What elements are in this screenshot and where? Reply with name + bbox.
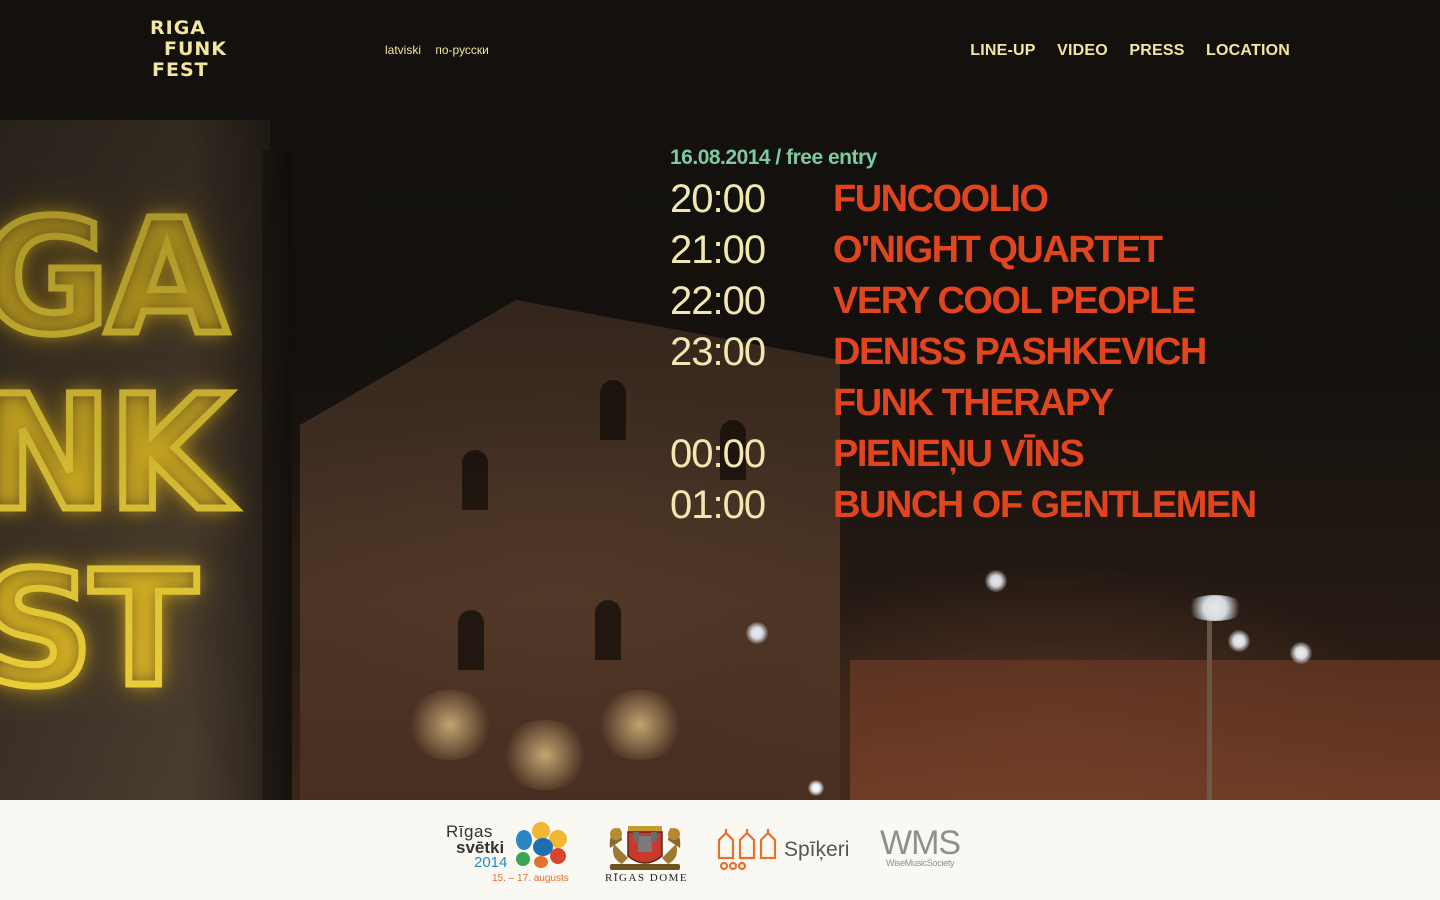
artist-name: DENISS PASHKEVICH — [833, 331, 1207, 373]
artist-name: FUNCOOLIO — [833, 178, 1049, 220]
lineup-row: 01:00 BUNCH OF GENTLEMEN — [670, 480, 1310, 531]
sponsor-text: RĪGAS DOME — [605, 872, 689, 884]
sponsor-wms-logo[interactable]: WMS WiseMusicSociety — [880, 800, 970, 900]
lineup-row: 22:00 VERY COOL PEOPLE — [670, 276, 1310, 327]
language-switcher: latviski по-русски — [385, 43, 500, 57]
sponsor-spikeri-logo[interactable]: Spīķeri — [716, 800, 852, 900]
logo-line: RIGA — [150, 17, 206, 39]
lineup-row: 21:00 O'NIGHT QUARTET — [670, 225, 1310, 276]
logo-blob-icon — [550, 848, 566, 864]
riga-funk-fest-logo[interactable]: RIGA FUNK FEST — [150, 17, 228, 84]
lineup-row: 23:00 DENISS PASHKEVICH — [670, 327, 1310, 378]
nav-link-video[interactable]: VIDEO — [1057, 42, 1108, 59]
main-nav: LINE-UP VIDEO PRESS LOCATION — [953, 42, 1290, 60]
performance-time: 21:00 — [670, 228, 766, 272]
artist-name: O'NIGHT QUARTET — [833, 229, 1163, 271]
sponsor-rigas-svetki-logo[interactable]: Rīgas svētki 2014 15. – 17. augusts — [444, 800, 572, 900]
lineup-schedule: 16.08.2014 / free entry 20:00 FUNCOOLIO … — [670, 146, 1310, 531]
artist-name: FUNK THERAPY — [833, 382, 1114, 424]
artist-name: BUNCH OF GENTLEMEN — [833, 484, 1257, 526]
language-link-latvian[interactable]: latviski — [385, 43, 421, 57]
performance-time: 00:00 — [670, 432, 766, 476]
nav-link-location[interactable]: LOCATION — [1206, 42, 1290, 59]
performance-time: 01:00 — [670, 483, 766, 527]
sponsor-text: 2014 — [474, 854, 508, 871]
logo-blob-icon — [516, 852, 530, 866]
artist-name: VERY COOL PEOPLE — [833, 280, 1196, 322]
nav-link-lineup[interactable]: LINE-UP — [970, 42, 1035, 59]
sponsor-text: 15. – 17. augusts — [492, 873, 569, 884]
nav-link-press[interactable]: PRESS — [1129, 42, 1184, 59]
logo-line: FUNK — [164, 38, 228, 60]
logo-line: FEST — [152, 59, 209, 81]
logo-blob-icon — [516, 830, 532, 850]
performance-time: 20:00 — [670, 177, 766, 221]
sponsor-footer: Rīgas svētki 2014 15. – 17. augusts RĪGA… — [0, 800, 1440, 900]
sponsor-rigas-dome-logo[interactable]: RĪGAS DOME — [600, 800, 690, 900]
warehouse-buildings-icon — [717, 829, 777, 871]
lineup-row: 20:00 FUNCOOLIO — [670, 174, 1310, 225]
performance-time: 22:00 — [670, 279, 766, 323]
language-link-russian[interactable]: по-русски — [435, 43, 489, 57]
artist-name: PIENEŅU VĪNS — [833, 433, 1085, 475]
performance-time: 23:00 — [670, 330, 766, 374]
logo-blob-icon — [534, 856, 548, 868]
sponsor-text: Spīķeri — [784, 838, 850, 861]
event-date: 16.08.2014 / free entry — [670, 146, 877, 169]
lineup-row: 00:00 PIENEŅU VĪNS — [670, 429, 1310, 480]
lineup-row: FUNK THERAPY — [670, 378, 1310, 429]
sponsor-text: WiseMusicSociety — [886, 858, 955, 868]
